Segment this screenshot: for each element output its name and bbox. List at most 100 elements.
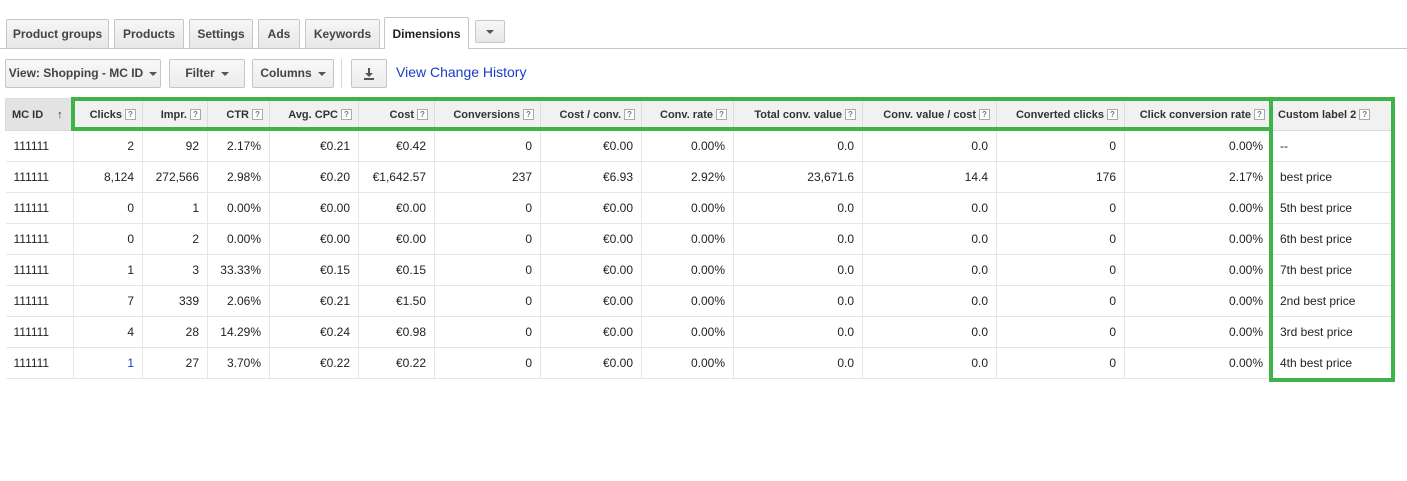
column-header-total-conv-value[interactable]: Total conv. value? (733, 98, 863, 131)
table-cell: 0 (434, 130, 541, 162)
table-cell: 237 (434, 161, 541, 193)
table-cell: 0 (996, 285, 1125, 317)
table-cell: €0.98 (358, 316, 435, 348)
table-cell: €0.15 (358, 254, 435, 286)
tab-products[interactable]: Products (114, 19, 184, 49)
download-button[interactable] (351, 59, 387, 88)
table-cell: €0.00 (269, 223, 359, 255)
help-icon[interactable]: ? (417, 108, 428, 120)
help-icon[interactable]: ? (190, 108, 201, 120)
column-header-avg-cpc[interactable]: Avg. CPC? (269, 98, 359, 131)
table-cell: 111111 (5, 316, 74, 348)
table-cell: 6th best price (1271, 223, 1395, 255)
table-cell: €0.00 (540, 316, 642, 348)
help-icon[interactable]: ? (979, 108, 990, 120)
help-icon[interactable]: ? (716, 108, 727, 120)
table-cell: 0.00% (1124, 347, 1272, 379)
column-header-clicks[interactable]: Clicks? (73, 98, 143, 131)
help-icon[interactable]: ? (1359, 108, 1371, 120)
column-header-label: CTR (226, 108, 249, 121)
tab-dimensions[interactable]: Dimensions (384, 17, 469, 49)
table-cell: 2 (73, 130, 143, 162)
column-header-click-conversion-rate[interactable]: Click conversion rate? (1124, 98, 1272, 131)
help-icon[interactable]: ? (125, 108, 136, 120)
column-header-conv-rate[interactable]: Conv. rate? (641, 98, 734, 131)
tab-bar: Product groups Products Settings Ads Key… (0, 0, 1407, 49)
column-header-converted-clicks[interactable]: Converted clicks? (996, 98, 1125, 131)
help-icon[interactable]: ? (341, 108, 352, 120)
help-icon[interactable]: ? (523, 108, 534, 120)
table-cell: 0.00% (641, 254, 734, 286)
tab-settings[interactable]: Settings (189, 19, 253, 49)
table-cell: 0.0 (733, 192, 863, 224)
column-header-label: Click conversion rate (1139, 108, 1251, 121)
table-cell: 0 (73, 223, 143, 255)
table-cell: €6.93 (540, 161, 642, 193)
table-cell: €0.15 (269, 254, 359, 286)
help-icon[interactable]: ? (1254, 108, 1265, 120)
tab-product-groups[interactable]: Product groups (6, 19, 109, 49)
table-cell: 0.00% (641, 130, 734, 162)
column-header-label: Custom label 2 (1278, 108, 1357, 121)
table-cell: 0 (996, 347, 1125, 379)
view-selector-button[interactable]: View: Shopping - MC ID (5, 59, 161, 88)
table-cell: 0.0 (862, 192, 997, 224)
column-header-label: Total conv. value (754, 108, 842, 121)
more-tabs-button[interactable] (475, 20, 505, 43)
table-cell: 8,124 (73, 161, 143, 193)
help-icon[interactable]: ? (624, 108, 635, 120)
table-cell: 0.0 (733, 347, 863, 379)
help-icon[interactable]: ? (1107, 108, 1118, 120)
table-cell: 0.00% (641, 223, 734, 255)
table-cell: 0 (996, 254, 1125, 286)
table-header-row: MC ID ↑ Clicks? Impr.? CTR? Avg. CPC? Cost? Con… (5, 98, 1395, 131)
table-cell: €0.00 (358, 192, 435, 224)
columns-button[interactable]: Columns (252, 59, 334, 88)
table-cell: 0.00% (1124, 254, 1272, 286)
column-header-label: Cost (389, 108, 414, 121)
table-cell: 0.00% (641, 285, 734, 317)
table-cell: 14.4 (862, 161, 997, 193)
table-cell: 0 (996, 192, 1125, 224)
filter-button[interactable]: Filter (169, 59, 245, 88)
column-header-label: Conversions (453, 108, 520, 121)
tab-divider (0, 48, 1407, 49)
table-cell: 4th best price (1271, 347, 1395, 379)
table-cell: 0 (434, 223, 541, 255)
dimensions-table: MC ID ↑ Clicks? Impr.? CTR? Avg. CPC? Cost? Con… (5, 98, 1395, 379)
help-icon[interactable]: ? (252, 108, 263, 120)
column-header-cost-conv[interactable]: Cost / conv.? (540, 98, 642, 131)
table-cell: 0 (434, 285, 541, 317)
column-header-ctr[interactable]: CTR? (207, 98, 270, 131)
sort-ascending-icon[interactable]: ↑ (57, 109, 63, 121)
view-selector-label: View: Shopping - MC ID (8, 66, 144, 80)
table-cell: 111111 (5, 192, 74, 224)
table-cell: 0 (73, 192, 143, 224)
table-cell: 0.00% (207, 192, 270, 224)
table-cell: 2.06% (207, 285, 270, 317)
chevron-down-icon (220, 71, 229, 76)
table-row: 111111 0 2 0.00% €0.00 €0.00 0 €0.00 0.00% 0.0 0.0… (5, 223, 1395, 255)
column-header-conversions[interactable]: Conversions? (434, 98, 541, 131)
table-cell: 7 (73, 285, 143, 317)
column-header-impr[interactable]: Impr.? (142, 98, 208, 131)
tab-keywords[interactable]: Keywords (305, 19, 380, 49)
column-header-label: Avg. CPC (288, 108, 338, 121)
column-header-conv-value-cost[interactable]: Conv. value / cost? (862, 98, 997, 131)
table-cell: 0 (434, 192, 541, 224)
help-icon[interactable]: ? (845, 108, 856, 120)
table-cell: 1 (73, 347, 143, 379)
view-change-history-link[interactable]: View Change History (396, 64, 526, 80)
tab-ads[interactable]: Ads (258, 19, 300, 49)
table-cell: 0.0 (733, 130, 863, 162)
table-cell: 176 (996, 161, 1125, 193)
table-cell: 0 (434, 316, 541, 348)
table-cell: 0.0 (733, 316, 863, 348)
column-header-custom-label-2[interactable]: Custom label 2? (1271, 98, 1395, 131)
column-header-cost[interactable]: Cost? (358, 98, 435, 131)
table-cell: €0.00 (540, 192, 642, 224)
table-cell: 92 (142, 130, 208, 162)
column-header-mc-id[interactable]: MC ID ↑ (5, 98, 74, 131)
table-cell: €0.00 (540, 130, 642, 162)
table-cell: 3rd best price (1271, 316, 1395, 348)
